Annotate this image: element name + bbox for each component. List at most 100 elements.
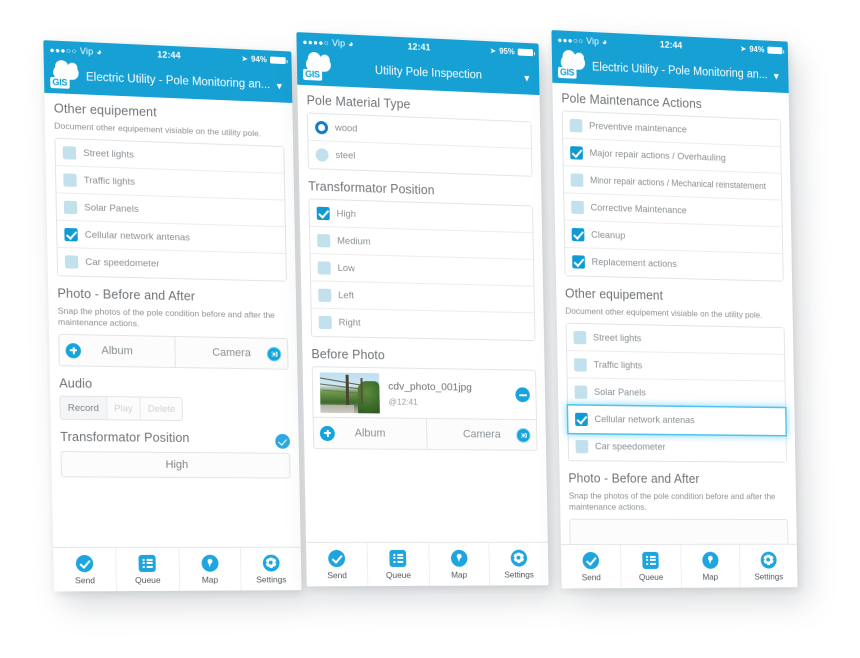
section-title: Photo - Before and After	[57, 286, 196, 304]
phone1-form-body[interactable]: Other equipement Document other equipeme…	[44, 92, 301, 548]
checkbox-icon[interactable]	[575, 440, 589, 454]
minus-circle-icon[interactable]	[515, 387, 530, 403]
play-button[interactable]: Play	[106, 397, 141, 420]
checkbox-checked-icon[interactable]	[572, 255, 585, 269]
album-button[interactable]	[570, 519, 788, 544]
checkbox-icon[interactable]	[574, 384, 588, 399]
plus-circle-icon	[65, 342, 82, 358]
phone1-title: Electric Utility - Pole Monitoring an...	[85, 71, 271, 92]
phone3-form-body[interactable]: Pole Maintenance Actions Preventive main…	[552, 82, 797, 544]
checkbox-icon[interactable]	[317, 233, 331, 247]
checkbox-icon[interactable]	[570, 172, 584, 187]
tab-settings[interactable]: Settings	[489, 543, 548, 586]
checkbox-checked-icon[interactable]	[64, 227, 78, 241]
chevron-down-icon[interactable]: ▾	[272, 79, 286, 92]
camera-button[interactable]: Camera	[174, 337, 288, 369]
list-item-label: Left	[338, 289, 354, 301]
list-item[interactable]: Car speedometer	[568, 432, 787, 462]
transformator-value[interactable]: High	[60, 451, 291, 479]
battery-icon	[767, 46, 783, 54]
checkbox-icon[interactable]	[63, 172, 77, 187]
plus-circle-icon	[319, 425, 335, 441]
album-button-label: Album	[354, 427, 386, 440]
record-button[interactable]: Record	[60, 396, 108, 420]
list-item-label: High	[336, 207, 357, 220]
list-item[interactable]: Street lights	[566, 323, 785, 355]
list-item-label: Major repair actions / Overhauling	[589, 147, 726, 164]
chevron-down-icon[interactable]: ▾	[770, 69, 783, 82]
tab-map[interactable]: Map	[680, 544, 741, 588]
tab-send[interactable]: Send	[306, 542, 369, 587]
album-button[interactable]: Album	[313, 417, 428, 449]
tab-send[interactable]: Send	[53, 547, 118, 592]
radio-icon[interactable]	[315, 148, 329, 162]
radio-selected-icon[interactable]	[314, 120, 329, 134]
tab-queue[interactable]: Queue	[621, 544, 682, 589]
checkbox-icon[interactable]	[64, 255, 79, 269]
tab-label: Send	[327, 569, 348, 580]
check-circle-icon	[75, 554, 94, 572]
gis-cloud-logo-icon: GIS	[302, 55, 336, 83]
checkbox-checked-icon[interactable]	[571, 227, 585, 241]
list-item[interactable]: Replacement actions	[565, 247, 783, 281]
tab-map[interactable]: Map	[178, 547, 242, 591]
tab-queue[interactable]: Queue	[367, 542, 430, 587]
list-item-label: Traffic lights	[83, 174, 136, 188]
tab-label: Map	[201, 574, 219, 585]
tab-send[interactable]: Send	[560, 544, 622, 589]
camera-button[interactable]: Camera	[426, 418, 537, 450]
phone2-screen: ●●●●○ Vip ◕ 12:41 ➤ 95% GIS Utility Pole…	[296, 32, 549, 587]
utility-pole-photo-thumbnail[interactable]	[319, 371, 380, 413]
checkbox-icon[interactable]	[62, 145, 77, 160]
signal-dots-icon: ●●●●○	[302, 36, 330, 48]
location-arrow-icon: ➤	[241, 53, 249, 63]
phone2-form-body[interactable]: Pole Material Type wood steel Transforma…	[297, 84, 548, 542]
tab-settings[interactable]: Settings	[241, 548, 302, 591]
list-icon	[138, 554, 157, 572]
checkbox-icon[interactable]	[63, 200, 78, 214]
screenshot-stage: ●●●○○ Vip ◕ 12:44 ➤ 94% GIS Electric Uti…	[0, 0, 860, 658]
list-item[interactable]: Right	[311, 308, 535, 341]
gear-icon	[760, 551, 777, 569]
gis-logo-text: GIS	[50, 76, 70, 89]
delete-button[interactable]: Delete	[140, 397, 183, 421]
transformator-list: High Medium Low Left Right	[308, 198, 536, 342]
photo-section-3: Photo - Before and After Snap the photos…	[559, 463, 796, 544]
checkbox-checked-icon[interactable]	[570, 145, 583, 160]
maintenance-actions-section: Pole Maintenance Actions Preventive main…	[552, 83, 792, 284]
camera-button-label: Camera	[462, 428, 501, 441]
phone1-tab-bar: Send Queue Map Settings	[53, 546, 302, 592]
section-title: Photo - Before and After	[568, 471, 700, 487]
album-button[interactable]: Album	[59, 334, 176, 367]
map-pin-icon	[701, 551, 719, 569]
other-equipment-section-1: Other equipement Document other equipeme…	[44, 93, 295, 284]
list-item[interactable]: Traffic lights	[567, 351, 785, 382]
tab-label: Settings	[504, 568, 534, 580]
checkbox-checked-icon[interactable]	[316, 206, 330, 220]
tab-map[interactable]: Map	[428, 542, 490, 586]
tab-settings[interactable]: Settings	[740, 545, 798, 588]
checkbox-icon[interactable]	[573, 330, 587, 344]
list-item-label: Minor repair actions / Mechanical reinst…	[590, 175, 767, 192]
list-item-label: Cellular network antenas	[594, 413, 695, 426]
checkbox-icon[interactable]	[574, 357, 587, 372]
list-item[interactable]: Car speedometer	[57, 247, 286, 281]
checkbox-icon[interactable]	[317, 260, 331, 275]
checkbox-icon[interactable]	[569, 118, 583, 132]
checkbox-icon[interactable]	[318, 288, 332, 302]
checkbox-checked-icon[interactable]	[575, 412, 588, 426]
tab-queue[interactable]: Queue	[116, 547, 180, 592]
audio-controls: Record Play Delete	[59, 395, 183, 422]
tab-label: Map	[451, 569, 468, 580]
photo-list-item[interactable]: cdv_photo_001jpg @12:41	[311, 366, 537, 420]
list-item-label: Car speedometer	[85, 256, 160, 270]
pole-material-section: Pole Material Type wood steel	[297, 85, 541, 179]
checkbox-icon[interactable]	[318, 315, 332, 330]
phone-mockup-1: ●●●○○ Vip ◕ 12:44 ➤ 94% GIS Electric Uti…	[43, 40, 302, 592]
list-item-focused[interactable]: Cellular network antenas	[568, 405, 786, 436]
wifi-icon: ◕	[601, 36, 608, 47]
list-item-label: Corrective Maintenance	[590, 201, 687, 216]
list-item[interactable]: Solar Panels	[567, 378, 786, 409]
checkbox-icon[interactable]	[571, 200, 584, 214]
chevron-down-icon[interactable]: ▾	[520, 71, 534, 84]
